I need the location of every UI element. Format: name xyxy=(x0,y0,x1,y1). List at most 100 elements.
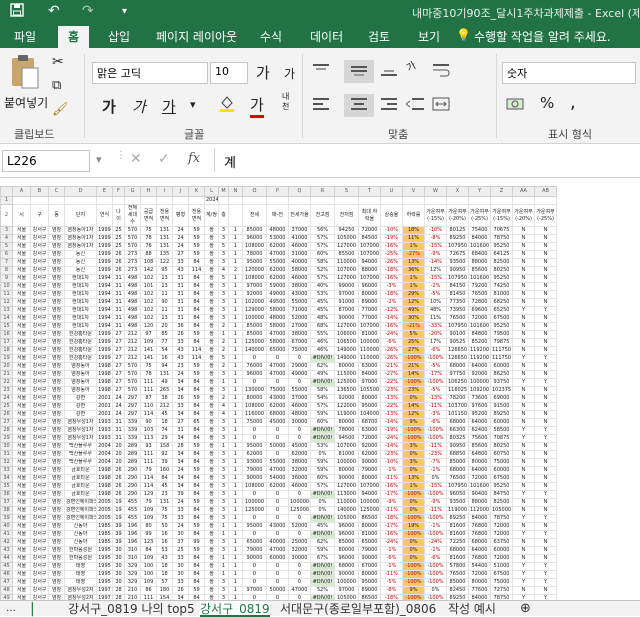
column-header[interactable]: Z xyxy=(490,186,513,197)
header-cell[interactable]: 가운여부 (-25%) xyxy=(468,204,491,227)
cell[interactable]: 24 xyxy=(172,498,189,507)
cell[interactable]: 127000 xyxy=(334,482,359,491)
cell[interactable]: 88000 xyxy=(358,266,381,275)
cell[interactable]: 66300 xyxy=(446,426,469,435)
cell[interactable]: 염창동아 xyxy=(64,370,97,379)
cell[interactable]: 1993 xyxy=(96,418,113,427)
cell[interactable]: 329 xyxy=(124,562,141,571)
cell[interactable]: 강서구 xyxy=(30,306,49,315)
cell[interactable]: 75000 xyxy=(490,458,513,467)
percent-button[interactable]: % xyxy=(540,94,554,112)
cell[interactable]: 100000 xyxy=(242,314,267,323)
tab-review[interactable]: 검토 xyxy=(368,28,390,45)
cell[interactable]: 서울 xyxy=(12,506,31,515)
cell[interactable]: 0% xyxy=(402,498,425,507)
cell[interactable]: 106000 xyxy=(334,330,359,339)
cell[interactable]: 53% xyxy=(310,442,335,451)
cell[interactable] xyxy=(96,196,113,205)
cell[interactable]: 3 xyxy=(218,282,229,291)
cell[interactable]: 60% xyxy=(310,250,335,259)
cell[interactable]: -27% xyxy=(402,250,425,259)
cell[interactable]: 쌍 xyxy=(204,522,219,531)
cell[interactable]: 39 xyxy=(156,458,173,467)
cell[interactable]: 114 xyxy=(140,482,157,491)
cell[interactable]: 114 xyxy=(140,474,157,483)
cell[interactable]: 한강홈타운 xyxy=(64,346,97,355)
cell[interactable]: 염창 xyxy=(48,290,65,299)
cell[interactable]: 297 xyxy=(124,402,141,411)
cell[interactable]: 89000 xyxy=(358,298,381,307)
cell[interactable]: 3 xyxy=(218,458,229,467)
tab-file[interactable]: 파일 xyxy=(14,28,36,45)
cell[interactable]: 119200 xyxy=(468,346,491,355)
cell[interactable]: 1 xyxy=(228,370,243,379)
cell[interactable]: 570 xyxy=(124,386,141,395)
cell[interactable]: 염창 xyxy=(48,450,65,459)
cell[interactable]: 67000 xyxy=(288,338,311,347)
column-header[interactable]: U xyxy=(380,186,403,197)
cell[interactable]: 0 xyxy=(266,490,289,499)
cell[interactable]: 45 xyxy=(156,410,173,419)
cell[interactable]: 75 xyxy=(156,506,173,515)
cell[interactable]: 97000 xyxy=(334,290,359,299)
cell[interactable]: 77000 xyxy=(358,314,381,323)
cell[interactable]: 24 xyxy=(112,402,125,411)
cell[interactable]: 77 xyxy=(156,338,173,347)
cell[interactable]: 30 xyxy=(172,570,189,579)
cell[interactable] xyxy=(172,196,189,205)
cell[interactable]: 염창 xyxy=(48,362,65,371)
cell[interactable]: 강서구 xyxy=(30,554,49,563)
cell[interactable]: 62000 xyxy=(266,274,289,283)
cell[interactable]: 강서구 xyxy=(30,274,49,283)
cell[interactable]: 쌍 xyxy=(204,234,219,243)
cell[interactable]: -1% xyxy=(380,546,403,555)
cell[interactable]: -16% xyxy=(380,482,403,491)
cell[interactable]: -25% xyxy=(380,250,403,259)
cell[interactable]: 1998 xyxy=(96,370,113,379)
cell[interactable]: 80000 xyxy=(334,362,359,371)
cell[interactable]: 84 xyxy=(188,530,205,539)
column-header[interactable]: Q xyxy=(288,186,311,197)
cell[interactable]: N xyxy=(534,258,557,267)
cell[interactable]: 339 xyxy=(124,434,141,443)
row-header[interactable]: 39 xyxy=(0,514,13,523)
format-painter-icon[interactable]: 🖌 xyxy=(52,102,69,117)
cell[interactable]: 105000 xyxy=(490,506,513,515)
cell[interactable]: 76800 xyxy=(468,554,491,563)
cell[interactable]: 태영 xyxy=(64,562,97,571)
cell[interactable]: N xyxy=(534,370,557,379)
cell[interactable]: 서울 xyxy=(12,274,31,283)
cell[interactable]: 27000 xyxy=(288,322,311,331)
cell[interactable]: 68000 xyxy=(468,538,491,547)
cell[interactable]: 1 xyxy=(228,250,243,259)
cell[interactable]: -12% xyxy=(380,306,403,315)
cell[interactable]: 1994 xyxy=(96,322,113,331)
cell[interactable]: N xyxy=(512,554,535,563)
cell[interactable]: 신동아 xyxy=(64,538,97,547)
cell[interactable]: 88 xyxy=(140,250,157,259)
cell[interactable]: 108000 xyxy=(242,482,267,491)
cell[interactable]: 서울 xyxy=(12,442,31,451)
column-header[interactable]: F xyxy=(112,186,125,197)
cell[interactable]: 99 xyxy=(140,530,157,539)
cell[interactable]: 강서구 xyxy=(30,474,49,483)
cell[interactable]: 52000 xyxy=(288,314,311,323)
cell[interactable]: N xyxy=(512,234,535,243)
cell[interactable]: 75400 xyxy=(468,226,491,235)
column-header[interactable]: A xyxy=(12,186,31,197)
cell[interactable]: 1998 xyxy=(96,474,113,483)
cell[interactable]: 46000 xyxy=(288,274,311,283)
cell[interactable]: -3% xyxy=(424,410,447,419)
cell[interactable]: 9% xyxy=(402,418,425,427)
cell[interactable]: 129000 xyxy=(242,306,267,315)
cell[interactable]: 강서구 xyxy=(30,298,49,307)
cell[interactable]: 109 xyxy=(140,506,157,515)
cell[interactable]: 16 xyxy=(156,538,173,547)
cell[interactable]: 180 xyxy=(156,586,173,595)
cell[interactable]: 110000 xyxy=(334,498,359,507)
tab-formulas[interactable]: 수식 xyxy=(260,28,282,45)
cell[interactable]: 5 xyxy=(218,274,229,283)
cell[interactable] xyxy=(156,196,173,205)
header-cell[interactable]: 동 xyxy=(48,204,65,227)
row-header[interactable]: 27 xyxy=(0,418,13,427)
